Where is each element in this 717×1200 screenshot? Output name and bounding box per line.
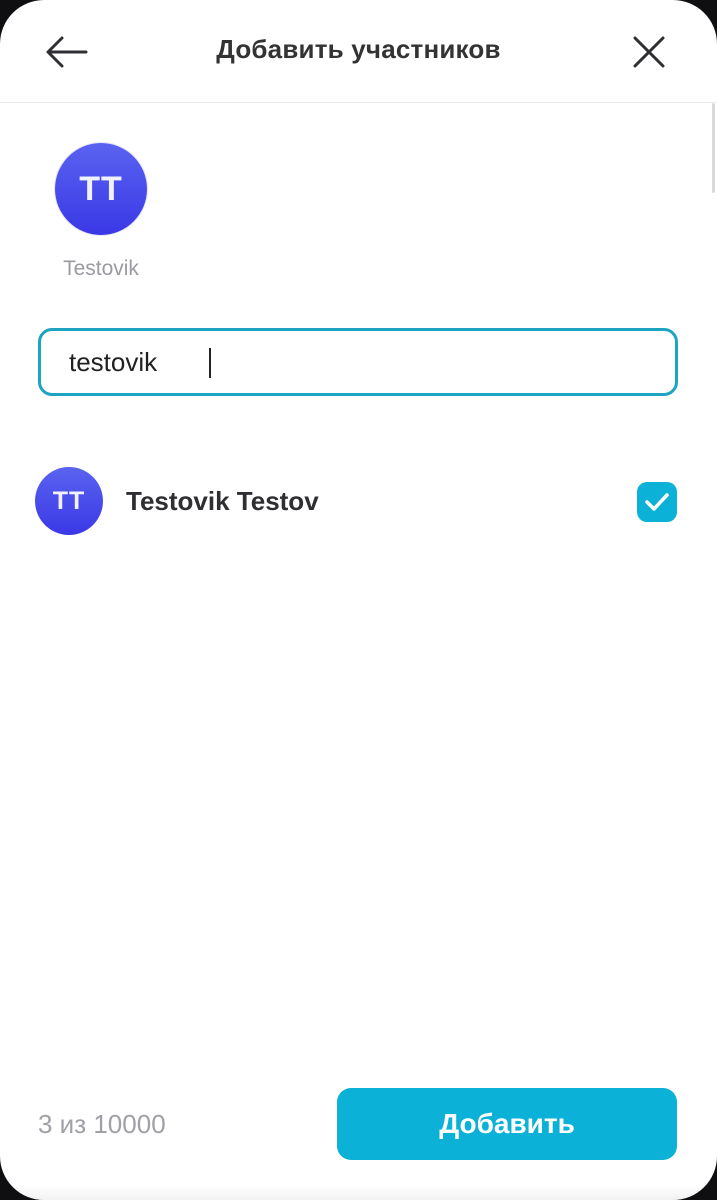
avatar: TT xyxy=(35,467,103,535)
avatar: TT xyxy=(55,143,147,235)
text-caret xyxy=(209,348,211,378)
list-item[interactable]: TT Testovik Testov xyxy=(0,456,717,546)
bottom-shadow xyxy=(0,1186,717,1200)
close-button[interactable] xyxy=(623,26,675,78)
select-checkbox[interactable] xyxy=(637,482,677,522)
search-field[interactable] xyxy=(38,328,678,396)
search-input[interactable] xyxy=(69,331,649,393)
close-icon xyxy=(633,36,665,68)
scrollbar-thumb[interactable] xyxy=(712,103,715,193)
participant-name: Testovik Testov xyxy=(126,486,319,516)
selected-participant-name: Testovik xyxy=(63,257,139,280)
selected-participant[interactable]: TT Testovik xyxy=(40,143,162,281)
add-button[interactable]: Добавить xyxy=(337,1088,677,1160)
checkmark-icon xyxy=(645,493,669,511)
dialog-header: Добавить участников xyxy=(0,0,717,103)
participant-counter: 3 из 10000 xyxy=(38,1109,166,1139)
dialog-title: Добавить участников xyxy=(216,34,501,64)
add-participants-dialog: Добавить участников TT Testovik TT Testo… xyxy=(0,0,717,1200)
